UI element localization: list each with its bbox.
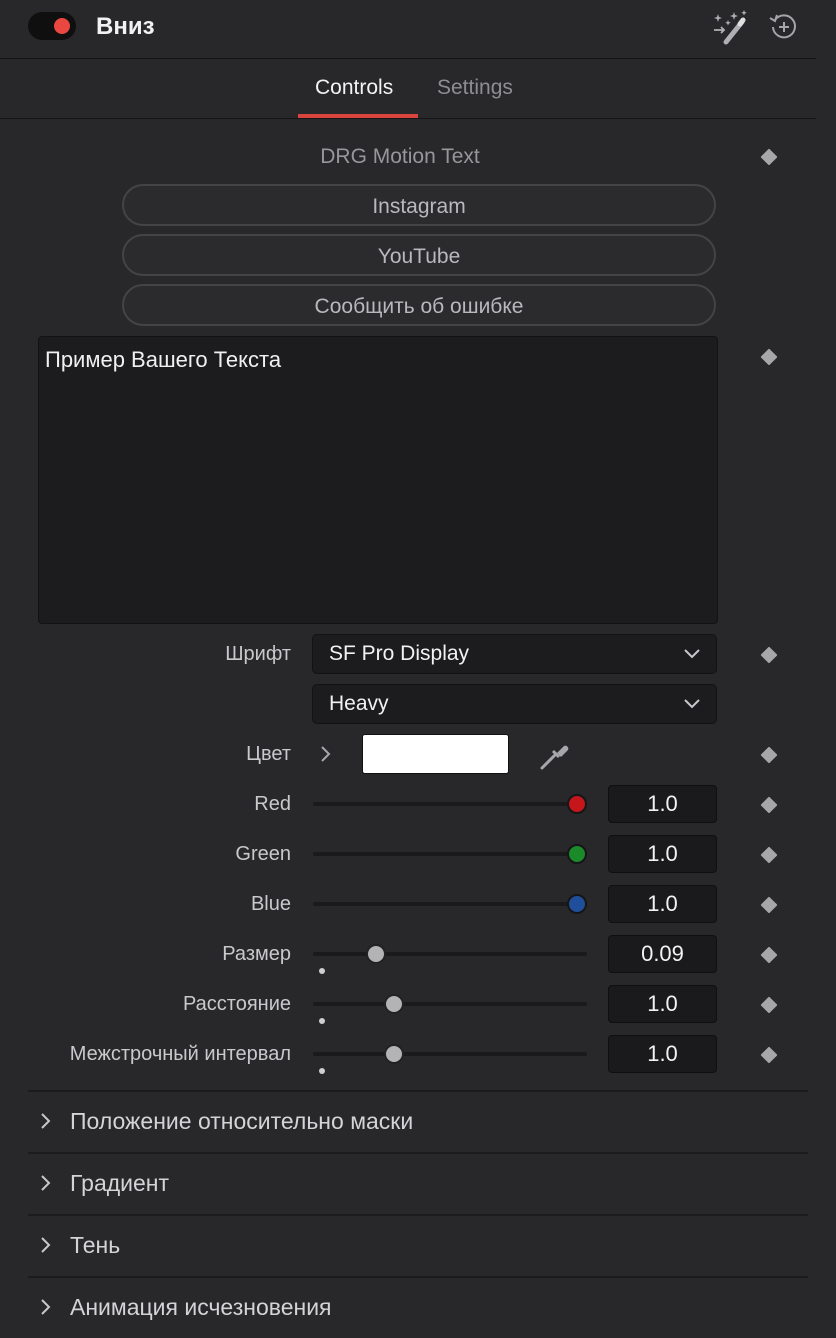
green-slider-handle[interactable]: [567, 844, 587, 864]
section-header-2[interactable]: [28, 1216, 808, 1276]
green-slider-track[interactable]: [313, 852, 587, 856]
font-label: Шрифт: [225, 643, 291, 665]
keyframe-diamond-icon[interactable]: [760, 946, 778, 964]
size-slider-handle[interactable]: [366, 944, 386, 964]
eyedropper-icon[interactable]: [538, 738, 572, 772]
text-input-area[interactable]: Пример Вашего Текста: [38, 336, 718, 624]
reset-icon[interactable]: [766, 8, 806, 48]
section-title: Анимация исчезновения: [70, 1294, 332, 1320]
section-title: Градиент: [70, 1170, 170, 1196]
font-family-select[interactable]: SF Pro Display: [312, 634, 717, 674]
spacing-slider-handle[interactable]: [384, 994, 404, 1014]
leading-default-marker: [319, 1068, 325, 1074]
section-title: Положение относительно маски: [70, 1108, 414, 1134]
spacing-slider-track[interactable]: [313, 1002, 587, 1006]
leading-label: Межстрочный интервал: [69, 1043, 291, 1065]
tab-settings[interactable]: Settings: [437, 74, 513, 102]
size-label: Размер: [222, 943, 291, 965]
keyframe-diamond-icon[interactable]: [760, 348, 778, 366]
size-default-marker: [319, 968, 325, 974]
chevron-right-icon: [38, 1237, 54, 1253]
font-family-value: SF Pro Display: [329, 642, 470, 665]
leading-value-field[interactable]: 1.0: [608, 1035, 717, 1073]
leading-slider-track[interactable]: [313, 1052, 587, 1056]
blue-label: Blue: [250, 893, 291, 915]
text-input-value: Пример Вашего Текста: [45, 347, 282, 372]
red-slider-track[interactable]: [313, 802, 587, 806]
color-label: Цвет: [246, 743, 291, 765]
blue-value-field[interactable]: 1.0: [608, 885, 717, 923]
spacing-label: Расстояние: [182, 993, 291, 1015]
section-title: Тень: [70, 1232, 121, 1258]
report-bug-button[interactable]: Сообщить об ошибке: [122, 284, 716, 326]
red-label: Red: [254, 793, 291, 815]
font-style-select[interactable]: Heavy: [312, 684, 717, 724]
red-value-field[interactable]: 1.0: [608, 785, 717, 823]
spacing-default-marker: [319, 1018, 325, 1024]
leading-slider-handle[interactable]: [384, 1044, 404, 1064]
chevron-right-icon: [38, 1175, 54, 1191]
spacing-value-field[interactable]: 1.0: [608, 985, 717, 1023]
inspector-header: Вниз: [0, 0, 836, 58]
size-slider-track[interactable]: [313, 952, 587, 956]
keyframe-diamond-icon[interactable]: [760, 746, 778, 764]
chevron-down-icon: [684, 699, 700, 709]
font-style-value: Heavy: [329, 692, 389, 715]
effect-title: Вниз: [96, 13, 155, 40]
blue-slider-track[interactable]: [313, 902, 587, 906]
keyframe-diamond-icon[interactable]: [760, 1046, 778, 1064]
tabs-divider: [0, 118, 816, 119]
keyframe-diamond-icon[interactable]: [760, 646, 778, 664]
chevron-down-icon: [684, 649, 700, 659]
youtube-button[interactable]: YouTube: [122, 234, 716, 276]
keyframe-diamond-icon[interactable]: [760, 896, 778, 914]
tab-controls[interactable]: Controls: [315, 74, 393, 102]
green-value-field[interactable]: 1.0: [608, 835, 717, 873]
instagram-button[interactable]: Instagram: [122, 184, 716, 226]
enable-toggle[interactable]: [28, 12, 76, 40]
green-label: Green: [235, 843, 291, 865]
keyframe-diamond-icon[interactable]: [760, 846, 778, 864]
plugin-name-label: DRG Motion Text: [320, 145, 480, 168]
header-divider: [0, 58, 816, 59]
red-slider-handle[interactable]: [567, 794, 587, 814]
chevron-right-icon: [38, 1113, 54, 1129]
magic-wand-icon[interactable]: [712, 8, 752, 48]
keyframe-diamond-icon[interactable]: [760, 796, 778, 814]
blue-slider-handle[interactable]: [567, 894, 587, 914]
keyframe-diamond-icon[interactable]: [760, 996, 778, 1014]
chevron-right-icon: [38, 1299, 54, 1315]
color-swatch[interactable]: [362, 734, 509, 774]
size-value-field[interactable]: 0.09: [608, 935, 717, 973]
chevron-right-icon[interactable]: [318, 745, 334, 763]
toggle-indicator: [54, 18, 70, 34]
